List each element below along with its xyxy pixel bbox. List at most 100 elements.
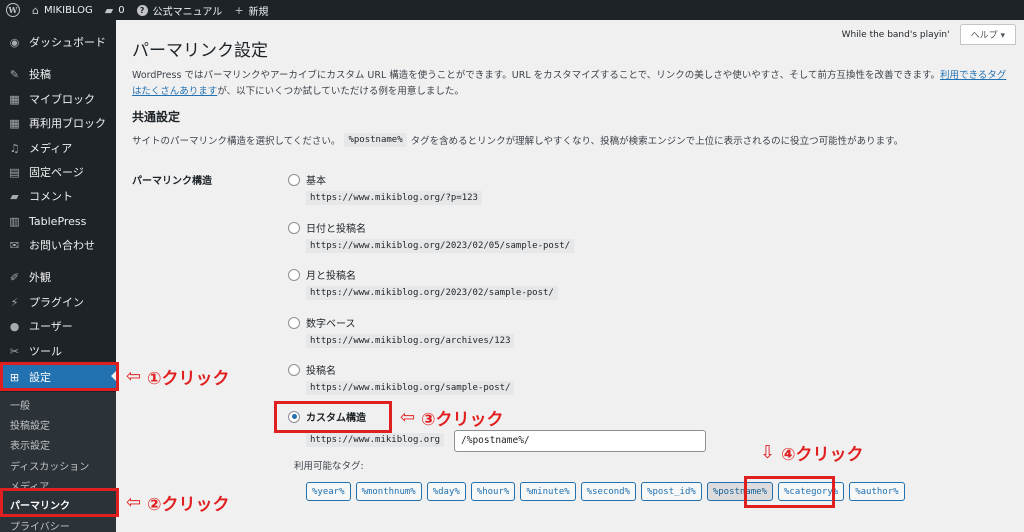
submenu-reading[interactable]: 表示設定 [10,437,50,452]
sidebar-item-label: 外観 [29,271,51,284]
plugin-icon: ⚡ [10,295,19,309]
option-post-name[interactable]: 投稿名 [288,362,336,377]
help-button[interactable]: ヘルプ ▾ [959,24,1016,45]
tag-button-author[interactable]: %author% [849,482,905,501]
option-url: https://www.mikiblog.org/2023/02/sample-… [306,286,558,300]
sidebar-item-reusable-blocks[interactable]: ▦ 再利用ブロック [0,111,116,135]
sidebar-item-my-blocks[interactable]: ▦ マイブロック [0,87,116,111]
sidebar-item-label: ダッシュボード [29,36,106,49]
comment-bubble-icon: ▰ [104,3,114,17]
sidebar-item-label: マイブロック [29,93,95,106]
sidebar-item-tools[interactable]: ✂ ツール [0,339,116,363]
sidebar-item-label: メディア [29,142,73,155]
sidebar-item-label: 固定ページ [29,166,84,179]
intro-text: WordPress ではパーマリンクやアーカイブにカスタム URL 構造を使うこ… [132,70,940,81]
site-name: MIKIBLOG [43,4,93,16]
option-label: 日付と投稿名 [306,224,366,235]
annotation-text: ③クリック [421,410,504,430]
media-icon: ♫ [9,141,20,155]
radio-month-name[interactable] [288,268,300,281]
option-day-name[interactable]: 日付と投稿名 [288,220,366,235]
wp-logo-menu[interactable]: W [0,0,26,20]
intro-paragraph: WordPress ではパーマリンクやアーカイブにカスタム URL 構造を使うこ… [132,68,1012,100]
user-icon: ● [9,319,20,333]
wordpress-logo-icon: W [6,3,20,17]
submenu-privacy[interactable]: プライバシー [10,518,70,532]
tag-button-year[interactable]: %year% [306,482,351,501]
page-icon: ▤ [9,165,20,179]
sidebar-item-users[interactable]: ● ユーザー [0,314,116,338]
sidebar-item-appearance[interactable]: ✐ 外観 [0,265,116,289]
tag-button-monthnum[interactable]: %monthnum% [355,482,422,501]
option-url: https://www.mikiblog.org/?p=123 [306,191,482,205]
sidebar-item-contact[interactable]: ✉ お問い合わせ [0,233,116,257]
sidebar-item-posts[interactable]: ✎ 投稿 [0,62,116,86]
radio-numeric[interactable] [288,316,300,329]
plus-icon: + [234,3,244,17]
sidebar-item-dashboard[interactable]: ◉ ダッシュボード [0,30,116,54]
annotation-step-1: ⇦ ①クリック [126,364,230,389]
sidebar-item-media[interactable]: ♫ メディア [0,136,116,160]
tag-button-minute[interactable]: %minute% [520,482,576,501]
manual-label: 公式マニュアル [152,6,223,18]
option-url: https://www.mikiblog.org/archives/123 [306,334,515,348]
left-arrow-icon: ⇦ [400,407,416,428]
postname-code: %postname% [344,133,407,147]
custom-prefix: https://www.mikiblog.org [306,433,445,447]
option-label: 月と投稿名 [306,271,356,282]
admin-bar: W ⌂ MIKIBLOG ▰ 0 ? 公式マニュアル + 新規 [0,0,1024,20]
manual-menu[interactable]: ? 公式マニュアル [131,0,229,20]
custom-structure-input[interactable]: /%postname%/ [454,430,706,452]
help-icon: ? [136,4,148,16]
left-arrow-icon: ⇦ [126,492,142,513]
section-description: サイトのパーマリンク構造を選択してください。 %postname% タグを含める… [132,133,903,147]
left-arrow-icon: ⇦ [126,366,142,387]
sidebar-item-label: TablePress [29,214,87,228]
down-arrow-icon: ⇩ [760,442,776,463]
comments-count: 0 [118,4,125,16]
submenu-general[interactable]: 一般 [10,397,30,412]
tag-button-post-id[interactable]: %post_id% [641,482,702,501]
annotation-text: ②クリック [147,495,230,515]
comment-icon: ▰ [10,189,19,203]
option-label: 基本 [306,176,326,187]
annotation-box-settings [0,362,119,391]
admin-sidebar: ◉ ダッシュボード ✎ 投稿 ▦ マイブロック ▦ 再利用ブロック ♫ メディア… [0,20,116,532]
option-plain[interactable]: 基本 [288,172,326,187]
sidebar-item-pages[interactable]: ▤ 固定ページ [0,160,116,184]
submenu-writing[interactable]: 投稿設定 [10,417,50,432]
tag-button-day[interactable]: %day% [426,482,466,501]
brush-icon: ✐ [9,270,20,284]
annotation-text: ④クリック [781,445,864,465]
option-url: https://www.mikiblog.org/2023/02/05/samp… [306,239,575,253]
submenu-discussion[interactable]: ディスカッション [10,458,89,473]
radio-post-name[interactable] [288,363,300,376]
sidebar-item-label: お問い合わせ [29,239,95,252]
option-label: 数字ベース [306,319,356,330]
option-month-name[interactable]: 月と投稿名 [288,267,356,282]
annotation-box-postname-tag [744,476,835,508]
option-numeric[interactable]: 数字ベース [288,315,356,330]
sidebar-item-label: 再利用ブロック [29,117,106,130]
reusable-blocks-icon: ▦ [9,116,20,130]
comments-menu[interactable]: ▰ 0 [99,0,131,20]
annotation-box-custom [274,401,392,433]
radio-day-name[interactable] [288,221,300,234]
tag-button-second[interactable]: %second% [580,482,637,501]
section-title: 共通設定 [132,110,181,124]
site-name-menu[interactable]: ⌂ MIKIBLOG [26,0,99,20]
sidebar-item-plugins[interactable]: ⚡ プラグイン [0,290,116,314]
new-content-menu[interactable]: + 新規 [228,0,274,20]
wrench-icon: ✂ [9,344,20,358]
sidebar-item-label: コメント [29,190,73,203]
dashboard-icon: ◉ [9,35,20,49]
sidebar-item-tablepress[interactable]: ▥ TablePress [0,209,116,233]
sidebar-item-label: 投稿 [29,68,51,81]
home-icon: ⌂ [32,3,39,17]
radio-plain[interactable] [288,173,300,186]
sidebar-item-comments[interactable]: ▰ コメント [0,184,116,208]
tag-button-hour[interactable]: %hour% [470,482,516,501]
intro-text-2: が、以下にいくつか試していただける例を用意しました。 [217,86,464,97]
annotation-step-3: ⇦ ③クリック [400,405,504,430]
pin-icon: ✎ [9,67,20,81]
